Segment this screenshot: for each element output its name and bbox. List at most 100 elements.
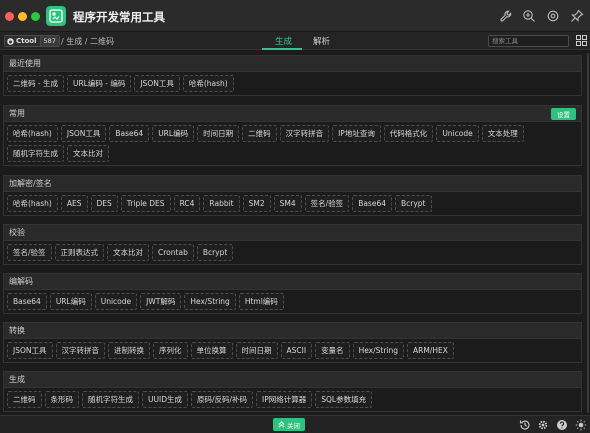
github-star-badge[interactable]: Ctool 587 (4, 35, 60, 47)
footer-bar: 关闭 (0, 415, 590, 433)
tool-button[interactable]: IP地址查询 (332, 125, 381, 142)
history-icon[interactable] (519, 419, 531, 431)
app-logo-icon (46, 6, 66, 26)
tool-button[interactable]: URL编码 - 编码 (66, 75, 132, 92)
theme-toggle-icon[interactable] (575, 419, 587, 431)
tool-button[interactable]: Bcrypt (395, 195, 432, 212)
section-validate: 校验 签名/验签 正则表达式 文本比对 Crontab Bcrypt (3, 224, 582, 265)
tool-button[interactable]: Base64 (7, 293, 47, 310)
tool-button[interactable]: Html编码 (238, 293, 284, 310)
app-title: 程序开发常用工具 (73, 10, 165, 24)
settings-icon[interactable] (546, 9, 560, 23)
section-crypto: 加解密/签名 哈希(hash) AES DES Triple DES RC4 Rabbit… (3, 175, 582, 216)
section-common: 常用 设置 哈希(hash) JSON工具 Base64 URL编码 时间日期 二维码 汉字转… (3, 105, 582, 166)
tool-button[interactable]: Unicode (94, 293, 138, 310)
tool-button[interactable]: Bcrypt (196, 244, 234, 261)
section-recent: 最近使用 二维码 - 生成 URL编码 - 编码 JSON工具 哈希(hash) (3, 55, 582, 96)
tool-button[interactable]: UUID生成 (142, 391, 188, 408)
tool-button[interactable]: 文本比对 (107, 244, 150, 261)
tool-group: Base64 URL编码 Unicode JWT解码 Hex/String Html编码 (3, 290, 582, 314)
tool-button[interactable]: 哈希(hash) (7, 125, 58, 142)
tool-button[interactable]: JWT解码 (140, 293, 182, 310)
tool-button[interactable]: ARM/HEX (407, 342, 454, 359)
star-count: 587 (39, 36, 59, 46)
gear-icon[interactable] (537, 419, 549, 431)
tool-button[interactable]: 原码/反码/补码 (190, 391, 254, 408)
tool-button[interactable]: 时间日期 (197, 125, 240, 142)
tool-button[interactable]: SM4 (273, 195, 302, 212)
tool-button[interactable]: URL编码 (49, 293, 92, 310)
section-generate: 生成 二维码 条形码 随机字符生成 UUID生成 原码/反码/补码 IP网络计算器 SQL参… (3, 371, 582, 412)
tool-button[interactable]: 随机字符生成 (82, 391, 139, 408)
tool-button[interactable]: DES (90, 195, 118, 212)
tool-button[interactable]: 时间日期 (235, 342, 278, 359)
github-icon (7, 37, 14, 45)
tool-button[interactable]: 二维码 - 生成 (7, 75, 64, 92)
tool-button[interactable]: 正则表达式 (54, 244, 105, 261)
tool-button[interactable]: JSON工具 (7, 342, 53, 359)
double-chevron-up-icon (278, 421, 285, 428)
close-window-button[interactable] (5, 12, 14, 21)
search-input[interactable] (488, 35, 569, 47)
active-tab-indicator (262, 48, 302, 50)
section-title: 编解码 (9, 277, 33, 286)
tool-button[interactable]: 哈希(hash) (182, 75, 234, 92)
tool-button[interactable]: SM2 (242, 195, 271, 212)
tool-button[interactable]: 单位换算 (190, 342, 233, 359)
tool-button[interactable]: Unicode (436, 125, 479, 142)
grid-view-icon[interactable] (576, 35, 587, 46)
tool-button[interactable]: SQL参数填充 (315, 391, 373, 408)
maximize-window-button[interactable] (31, 12, 40, 21)
tool-button[interactable]: 序列化 (153, 342, 188, 359)
tool-button[interactable]: AES (60, 195, 88, 212)
tool-button[interactable]: 随机字符生成 (7, 145, 64, 162)
zoom-icon[interactable] (522, 9, 536, 23)
tool-button[interactable]: Triple DES (120, 195, 171, 212)
tool-button[interactable]: RC4 (173, 195, 201, 212)
collapse-button[interactable]: 关闭 (273, 418, 305, 431)
section-title: 加解密/签名 (9, 179, 52, 188)
tool-button[interactable]: 条形码 (44, 391, 79, 408)
tool-button[interactable]: 代码格式化 (383, 125, 434, 142)
scrollbar-thumb[interactable] (587, 53, 589, 413)
tab-generate[interactable]: 生成 (275, 35, 292, 47)
tool-group: 二维码 条形码 随机字符生成 UUID生成 原码/反码/补码 IP网络计算器 SQL参数填充 (3, 388, 582, 412)
tool-button[interactable]: Base64 (352, 195, 392, 212)
tool-button[interactable]: 文本处理 (481, 125, 524, 142)
minimize-window-button[interactable] (18, 12, 27, 21)
section-title: 校验 (9, 228, 25, 237)
tool-button[interactable]: 哈希(hash) (7, 195, 58, 212)
tool-group: 签名/验签 正则表达式 文本比对 Crontab Bcrypt (3, 241, 582, 265)
tool-button[interactable]: 进制转换 (108, 342, 150, 359)
section-codec: 编解码 Base64 URL编码 Unicode JWT解码 Hex/String Htm… (3, 273, 582, 314)
breadcrumb: / 生成 / 二维码 (61, 37, 115, 46)
help-icon[interactable] (556, 419, 568, 431)
tool-group: JSON工具 汉字转拼音 进制转换 序列化 单位换算 时间日期 ASCII 变量名 Hex/St… (3, 339, 582, 363)
tab-parse[interactable]: 解析 (313, 35, 330, 47)
section-convert: 转换 JSON工具 汉字转拼音 进制转换 序列化 单位换算 时间日期 ASCII 变量名 Hex… (3, 322, 582, 363)
tool-group: 二维码 - 生成 URL编码 - 编码 JSON工具 哈希(hash) (3, 72, 582, 96)
tool-button[interactable]: 变量名 (315, 342, 350, 359)
tool-button[interactable]: 汉字转拼音 (55, 342, 105, 359)
pin-icon[interactable] (570, 9, 584, 23)
tool-button[interactable]: 二维码 (242, 125, 277, 142)
tool-button[interactable]: Hex/String (352, 342, 405, 359)
section-title: 最近使用 (9, 59, 41, 68)
tool-button[interactable]: JSON工具 (134, 75, 180, 92)
tool-button[interactable]: Rabbit (203, 195, 240, 212)
tool-button[interactable]: IP网络计算器 (256, 391, 313, 408)
tool-group: 哈希(hash) AES DES Triple DES RC4 Rabbit SM2 SM4 签… (3, 192, 582, 216)
tool-button[interactable]: 汉字转拼音 (279, 125, 330, 142)
settings-button[interactable]: 设置 (551, 107, 576, 120)
tool-button[interactable]: 签名/验签 (304, 195, 350, 212)
tool-button[interactable]: Hex/String (184, 293, 236, 310)
tool-button[interactable]: 签名/验签 (7, 244, 52, 261)
tool-button[interactable]: JSON工具 (60, 125, 107, 142)
tool-button[interactable]: 二维码 (7, 391, 42, 408)
tool-button[interactable]: 文本比对 (67, 145, 109, 162)
tool-button[interactable]: URL编码 (152, 125, 195, 142)
tool-button[interactable]: ASCII (280, 342, 313, 359)
wrench-icon[interactable] (499, 9, 513, 23)
tool-button[interactable]: Crontab (152, 244, 194, 261)
tool-button[interactable]: Base64 (109, 125, 150, 142)
